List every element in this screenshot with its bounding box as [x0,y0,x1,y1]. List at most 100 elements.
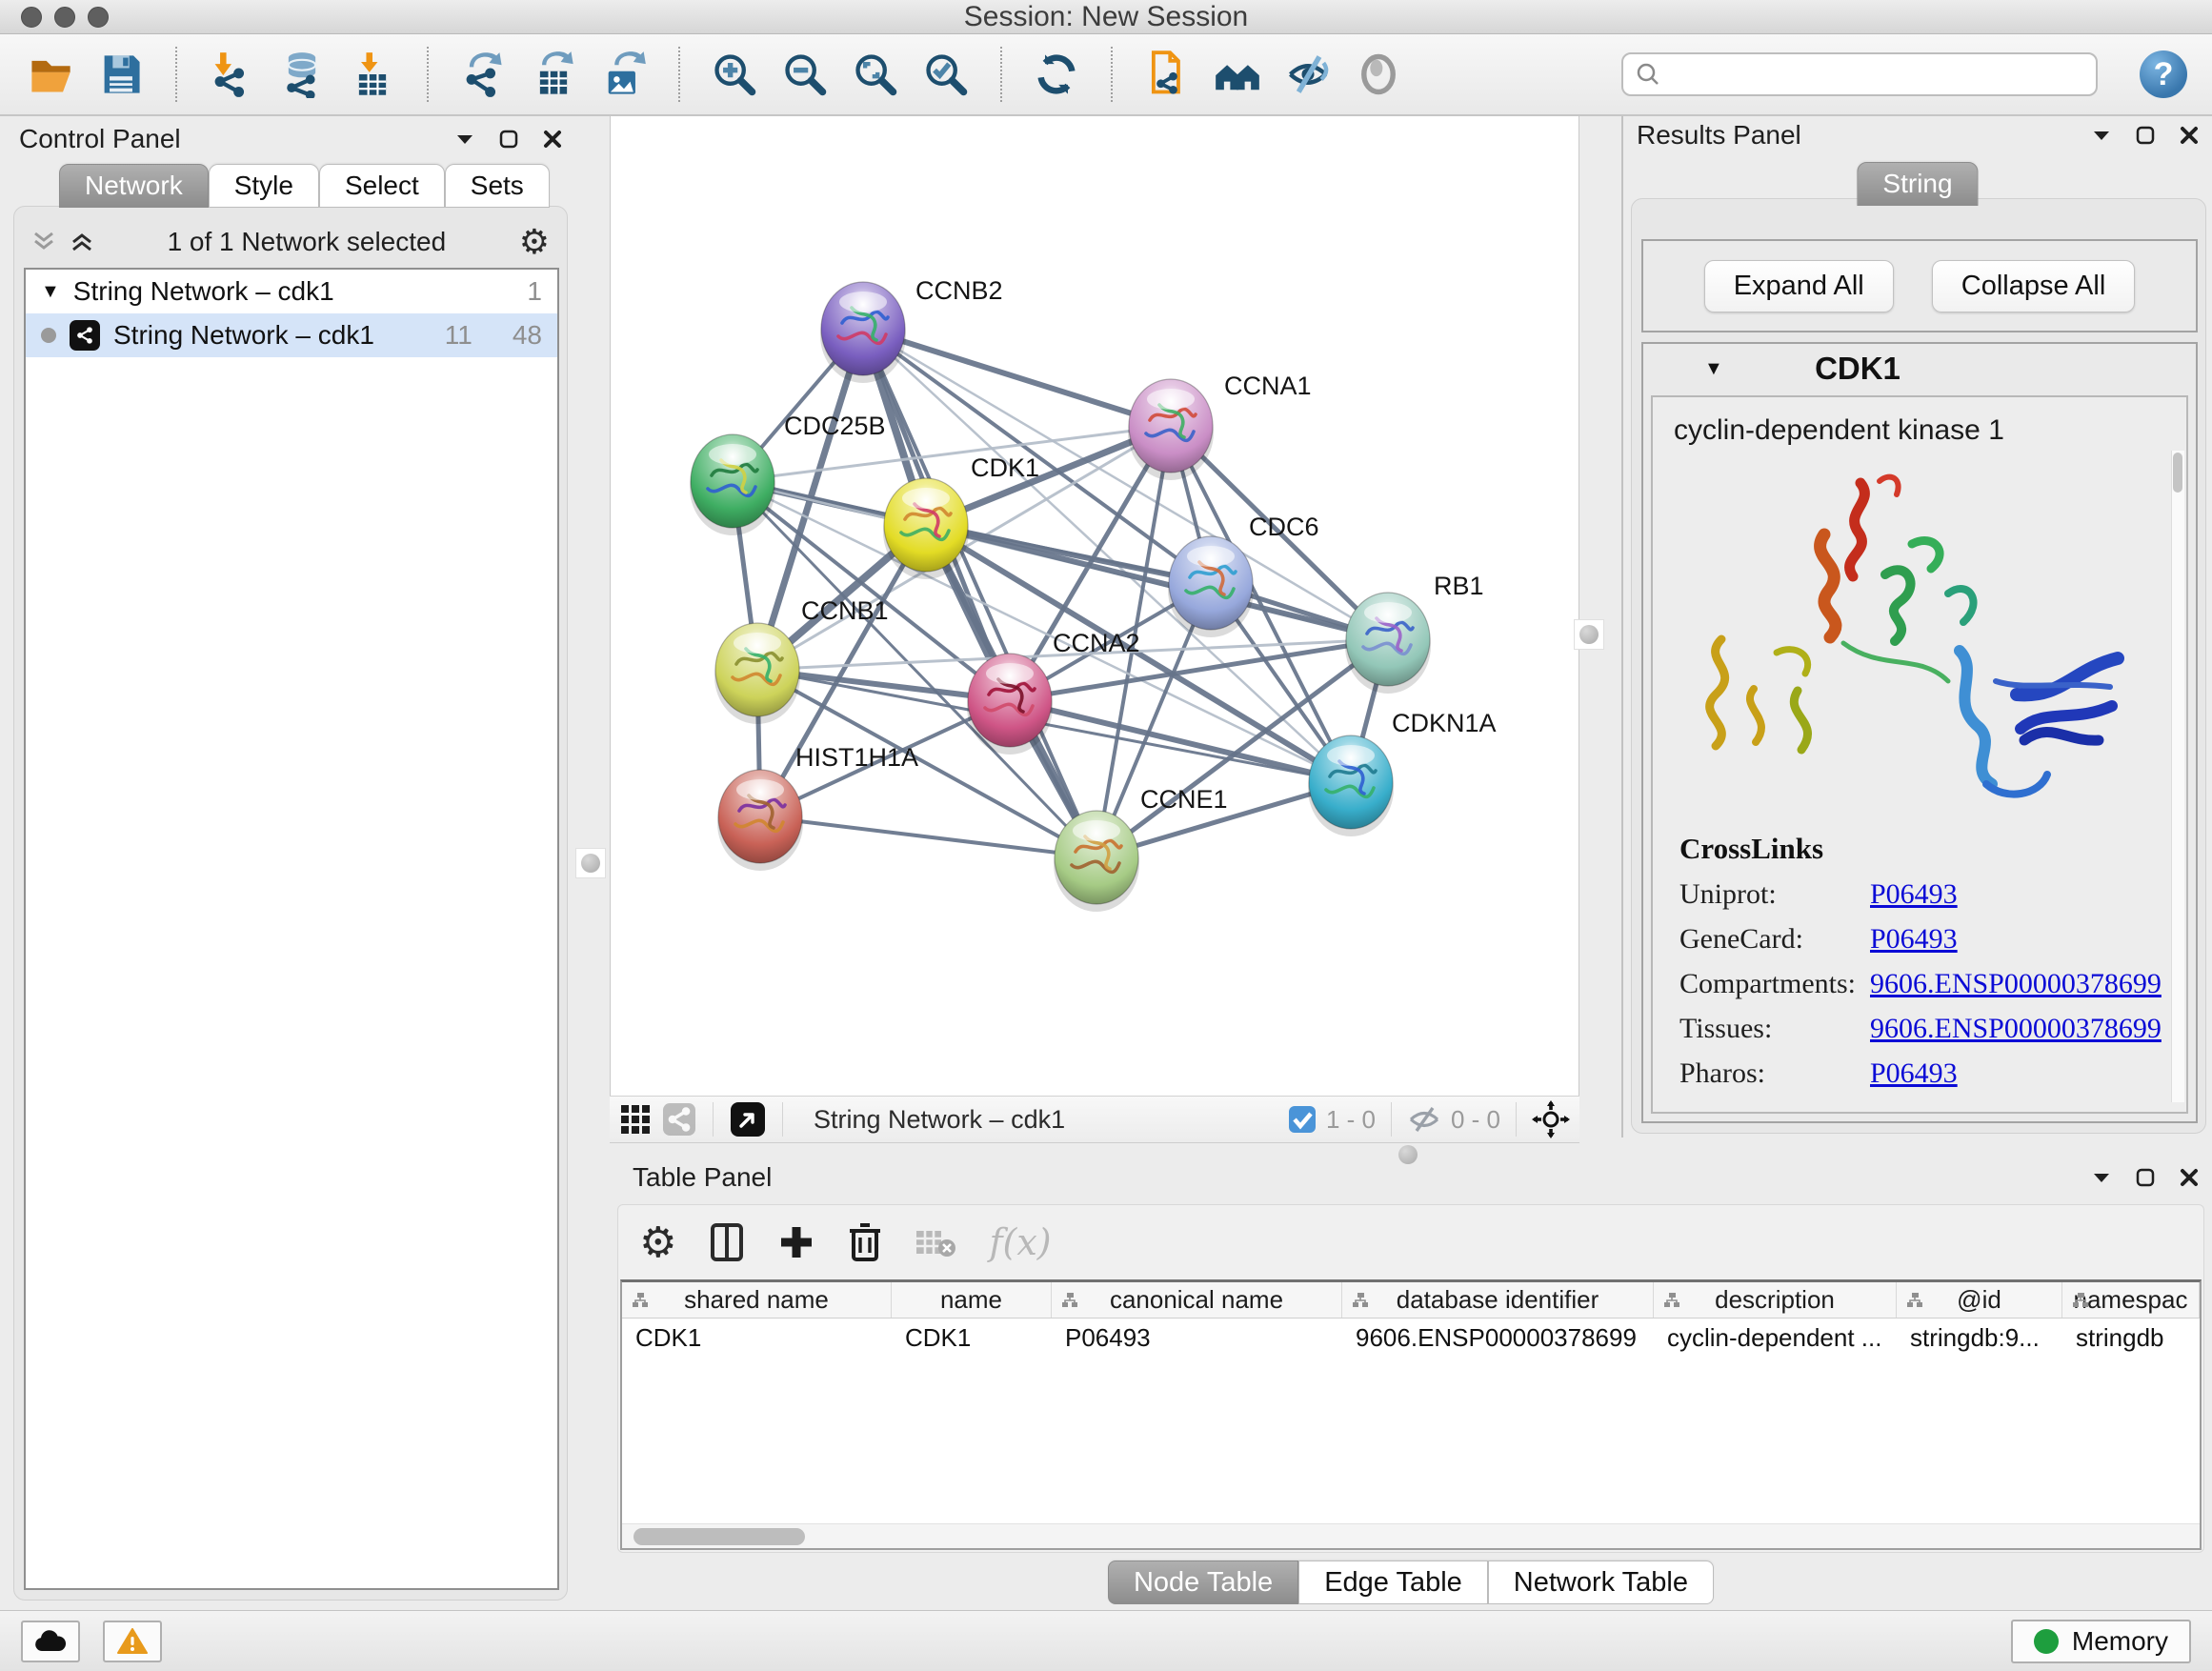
cell-database-identifier[interactable]: 9606.ENSP00000378699 [1342,1323,1654,1353]
zoom-in-icon[interactable] [709,48,760,101]
tab-sets[interactable]: Sets [445,164,550,208]
collapse-all-button[interactable]: Collapse All [1932,260,2136,312]
network-node-RB1[interactable] [1345,593,1431,694]
import-table-icon[interactable] [347,48,398,101]
panel-menu-icon[interactable] [2092,1171,2111,1184]
network-edge-CCNB2-CCNE1[interactable] [863,329,1096,857]
cell-name[interactable]: CDK1 [892,1323,1052,1353]
import-network-file-icon[interactable] [206,48,257,101]
cell-canonical-name[interactable]: P06493 [1052,1323,1342,1353]
birds-eye-navigator-icon[interactable] [1532,1100,1570,1138]
column-header-description[interactable]: description [1654,1282,1897,1318]
network-node-HIST1H1A[interactable] [717,770,803,871]
column-header-name[interactable]: name [892,1282,1052,1318]
column-header-id[interactable]: @id [1897,1282,2062,1318]
column-header-canonical-name[interactable]: canonical name [1052,1282,1342,1318]
add-column-icon[interactable] [777,1223,815,1261]
network-node-CCNA1[interactable] [1128,379,1214,480]
export-image-icon[interactable] [598,48,650,101]
network-view[interactable]: CCNB2CCNA1CDC25BCDK1CDC6RB1CCNB1CCNA2CDK… [610,116,1579,1096]
panel-menu-icon[interactable] [455,132,474,146]
close-panel-icon[interactable] [543,130,562,149]
export-network-icon[interactable] [457,48,509,101]
table-scrollbar-thumb[interactable] [633,1528,805,1545]
network-node-CDK1[interactable] [883,478,969,579]
float-panel-icon[interactable] [2136,126,2155,145]
collection-expand-icon[interactable]: ▼ [41,281,60,303]
cell-namespace[interactable]: stringdb [2062,1323,2200,1353]
network-node-CDC25B[interactable] [690,434,775,535]
network-edge-CCNB2-CCNA1[interactable] [863,329,1171,426]
left-splitter-handle[interactable] [575,848,606,878]
graphics-details-icon[interactable] [1353,48,1404,101]
network-node-CCNB2[interactable] [820,282,906,383]
cell-shared-name[interactable]: CDK1 [622,1323,892,1353]
share-view-icon[interactable] [663,1103,695,1136]
float-panel-icon[interactable] [2136,1168,2155,1187]
tab-edge-table[interactable]: Edge Table [1298,1560,1488,1604]
network-node-CCNA2[interactable] [967,654,1053,755]
tab-select[interactable]: Select [319,164,445,208]
tab-node-table[interactable]: Node Table [1108,1560,1298,1604]
float-panel-icon[interactable] [499,130,518,149]
cell-id[interactable]: stringdb:9... [1897,1323,2062,1353]
network-node-CCNE1[interactable] [1054,811,1139,912]
search-input[interactable] [1671,60,2084,90]
open-in-new-window-icon[interactable] [731,1102,765,1137]
tab-style[interactable]: Style [209,164,319,208]
apply-layout-icon[interactable] [1031,48,1082,101]
gene-collapse-icon[interactable]: ▼ [1704,358,1723,380]
network-edge-HIST1H1A-CCNE1[interactable] [760,816,1096,857]
selected-checkbox-icon[interactable] [1288,1105,1317,1134]
table-row[interactable]: CDK1 CDK1 P06493 9606.ENSP00000378699 cy… [622,1319,2200,1357]
collapse-all-networks-icon[interactable] [31,230,56,254]
column-header-database-identifier[interactable]: database identifier [1342,1282,1654,1318]
network-graph[interactable]: CCNB2CCNA1CDC25BCDK1CDC6RB1CCNB1CCNA2CDK… [611,116,1579,1094]
close-panel-icon[interactable] [2180,126,2199,145]
network-from-file-icon[interactable] [1141,48,1193,101]
maximize-window-button[interactable] [88,7,109,28]
show-columns-icon[interactable] [709,1221,745,1263]
import-network-database-icon[interactable] [276,48,328,101]
right-splitter-handle[interactable] [1574,619,1604,650]
save-session-icon[interactable] [95,48,147,101]
zoom-out-icon[interactable] [779,48,831,101]
close-window-button[interactable] [21,7,42,28]
tab-network[interactable]: Network [59,164,209,208]
delete-column-icon[interactable] [848,1221,882,1263]
expand-all-button[interactable]: Expand All [1704,260,1894,312]
warnings-button[interactable] [103,1621,162,1662]
zoom-selected-icon[interactable] [920,48,972,101]
column-header-namespace[interactable]: namespac [2062,1282,2200,1318]
gene-section-header[interactable]: ▼ CDK1 [1643,344,2196,393]
crosslink-link[interactable]: 9606.ENSP00000378699 [1870,1013,2162,1045]
results-scrollbar[interactable] [2171,451,2184,1102]
hide-graphics-icon[interactable] [1282,48,1334,101]
column-header-shared-name[interactable]: shared name [622,1282,892,1318]
string-app-icon[interactable] [1212,48,1263,101]
cell-description[interactable]: cyclin-dependent ... [1654,1323,1897,1353]
hidden-eye-icon[interactable] [1407,1105,1441,1134]
table-settings-gear-icon[interactable]: ⚙ [639,1218,676,1267]
network-options-gear-icon[interactable]: ⚙ [519,223,550,262]
network-collection-row[interactable]: ▼ String Network – cdk1 1 [26,270,557,313]
table-horizontal-scrollbar[interactable] [622,1523,2200,1548]
crosslink-link[interactable]: P06493 [1870,923,1958,956]
crosslink-link[interactable]: P06493 [1870,1057,1958,1090]
crosslink-link[interactable]: P06493 [1870,878,1958,911]
network-row[interactable]: String Network – cdk1 11 48 [26,313,557,357]
memory-button[interactable]: Memory [2011,1620,2191,1663]
crosslink-link[interactable]: 9606.ENSP00000378699 [1870,968,2162,1000]
grid-view-icon[interactable] [619,1103,652,1136]
minimize-window-button[interactable] [54,7,75,28]
network-node-CDKN1A[interactable] [1308,735,1394,836]
network-node-CDC6[interactable] [1168,536,1254,637]
tab-string-results[interactable]: String [1857,162,1978,206]
close-panel-icon[interactable] [2180,1168,2199,1187]
tab-network-table[interactable]: Network Table [1488,1560,1714,1604]
results-scrollbar-thumb[interactable] [2173,453,2182,493]
panel-menu-icon[interactable] [2092,129,2111,142]
help-icon[interactable]: ? [2140,50,2187,98]
expand-all-networks-icon[interactable] [70,230,94,254]
export-table-icon[interactable] [528,48,579,101]
